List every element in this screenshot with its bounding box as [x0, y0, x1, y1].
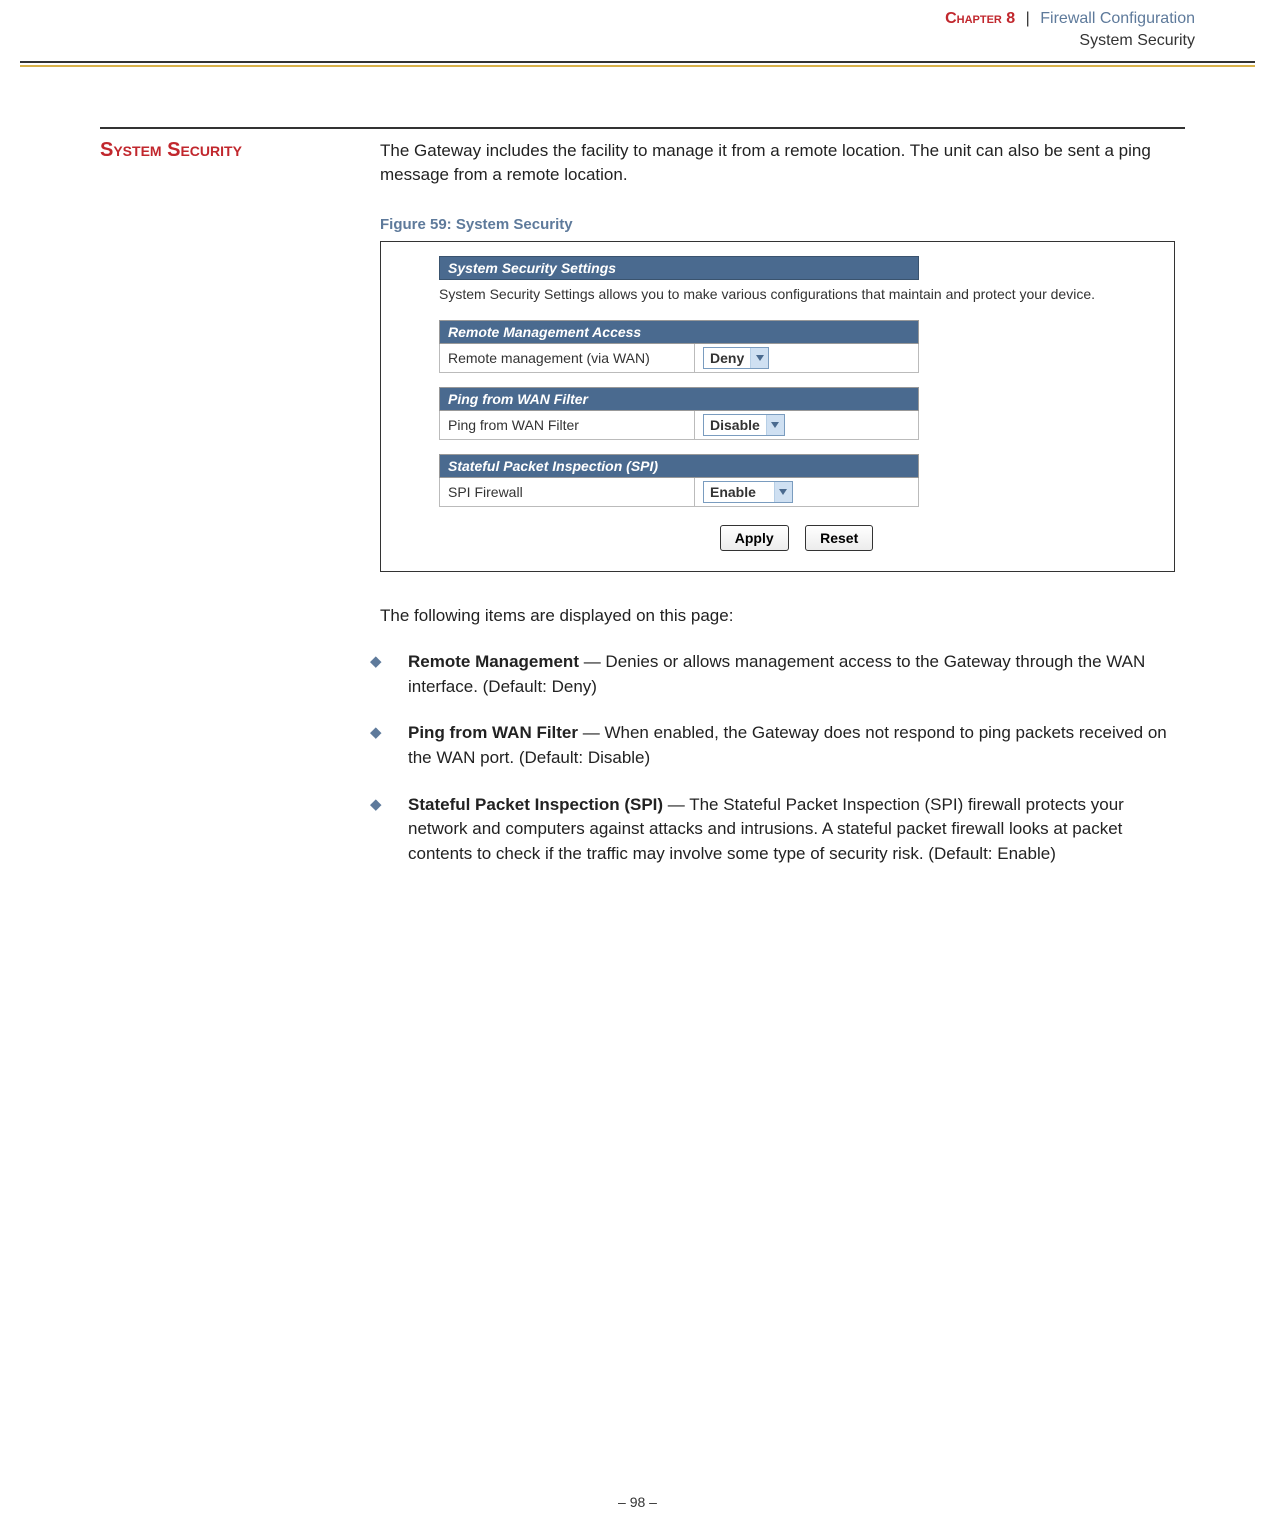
spi-select[interactable]: Enable: [703, 481, 793, 503]
section-rule: [100, 127, 1185, 129]
section-heading: System Security: [100, 139, 360, 162]
spi-label: SPI Firewall: [440, 478, 695, 507]
reset-button[interactable]: Reset: [805, 525, 873, 551]
list-item: Ping from WAN Filter — When enabled, the…: [380, 721, 1185, 770]
remote-management-value: Deny: [704, 349, 750, 367]
remote-management-select[interactable]: Deny: [703, 347, 769, 369]
spi-value: Enable: [704, 483, 774, 501]
list-item: Stateful Packet Inspection (SPI) — The S…: [380, 793, 1185, 867]
chapter-label: Chapter 8: [945, 10, 1015, 27]
ping-filter-value: Disable: [704, 416, 766, 434]
section-subtitle: System Security: [1079, 32, 1195, 49]
content-area: System Security The Gateway includes the…: [0, 67, 1275, 867]
bullet-label: Stateful Packet Inspection (SPI): [408, 795, 663, 814]
intro-paragraph: The Gateway includes the facility to man…: [380, 139, 1185, 188]
ping-filter-label: Ping from WAN Filter: [440, 411, 695, 440]
bullet-label: Ping from WAN Filter: [408, 723, 578, 742]
apply-button[interactable]: Apply: [720, 525, 789, 551]
panel-system-security-header: System Security Settings: [439, 256, 919, 280]
panel-remote-management: Remote Management Access Remote manageme…: [439, 320, 919, 373]
remote-management-label: Remote management (via WAN): [440, 344, 695, 373]
bullet-label: Remote Management: [408, 652, 579, 671]
screenshot-buttons: Apply Reset: [439, 525, 1154, 551]
panel-spi: Stateful Packet Inspection (SPI) SPI Fir…: [439, 454, 919, 507]
ping-filter-select[interactable]: Disable: [703, 414, 785, 436]
chevron-down-icon: [774, 482, 792, 502]
chevron-down-icon: [750, 348, 768, 368]
panel-ping-filter-header: Ping from WAN Filter: [440, 388, 919, 411]
following-intro: The following items are displayed on thi…: [380, 606, 1185, 626]
list-item: Remote Management — Denies or allows man…: [380, 650, 1185, 699]
panel-remote-management-header: Remote Management Access: [440, 321, 919, 344]
panel-ping-filter: Ping from WAN Filter Ping from WAN Filte…: [439, 387, 919, 440]
chapter-separator: |: [1026, 10, 1030, 27]
chevron-down-icon: [766, 415, 784, 435]
bullet-list: Remote Management — Denies or allows man…: [380, 650, 1185, 866]
header-rule: [20, 61, 1255, 63]
chapter-title: Firewall Configuration: [1040, 10, 1195, 27]
screenshot-frame: System Security Settings System Security…: [380, 241, 1175, 572]
page-footer: – 98 –: [0, 1494, 1275, 1510]
panel-spi-header: Stateful Packet Inspection (SPI): [440, 455, 919, 478]
figure-caption: Figure 59: System Security: [380, 216, 1185, 233]
page-header: Chapter 8 | Firewall Configuration Syste…: [0, 0, 1275, 67]
panel-system-security-desc: System Security Settings allows you to m…: [439, 280, 1154, 320]
